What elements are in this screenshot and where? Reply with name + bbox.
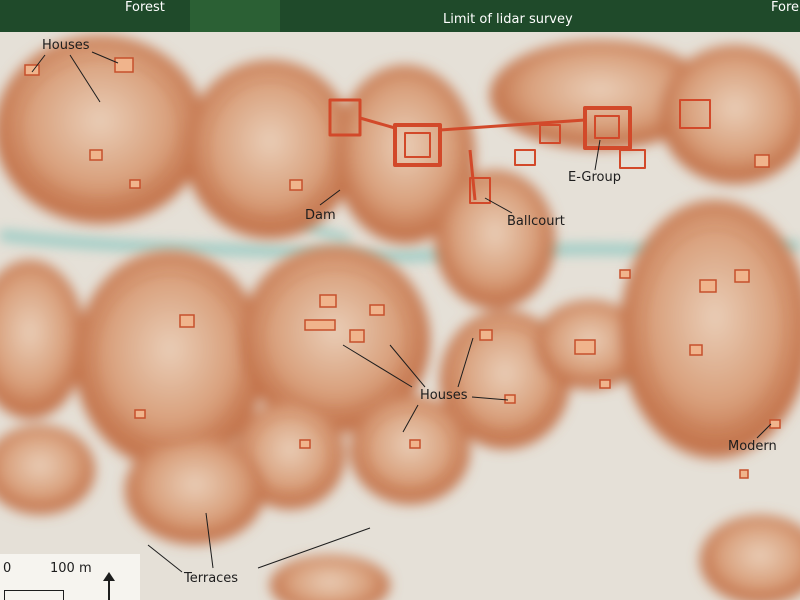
forest-label-right: Fore: [771, 0, 800, 15]
dam-label: Dam: [305, 208, 336, 223]
relief-map-canvas: [0, 0, 800, 600]
scale-distance-label: 100 m: [50, 561, 92, 576]
survey-limit-label: Limit of lidar survey: [443, 12, 573, 27]
forest-band: [0, 0, 800, 32]
lidar-map: Forest Fore Limit of lidar survey Houses…: [0, 0, 800, 600]
terraces-label: Terraces: [184, 571, 239, 586]
scale-ruler: [4, 590, 64, 600]
houses-label-top: Houses: [42, 38, 90, 53]
ballcourt-label: Ballcourt: [507, 214, 565, 229]
forest-label-left: Forest: [125, 0, 165, 15]
egroup-label: E-Group: [568, 170, 621, 185]
scale-zero-label: 0: [3, 561, 12, 576]
north-arrow-head-icon: [103, 572, 115, 581]
forest-band-highlight: [190, 0, 280, 32]
modern-label: Modern: [728, 439, 777, 454]
houses-label-center: Houses: [420, 388, 468, 403]
